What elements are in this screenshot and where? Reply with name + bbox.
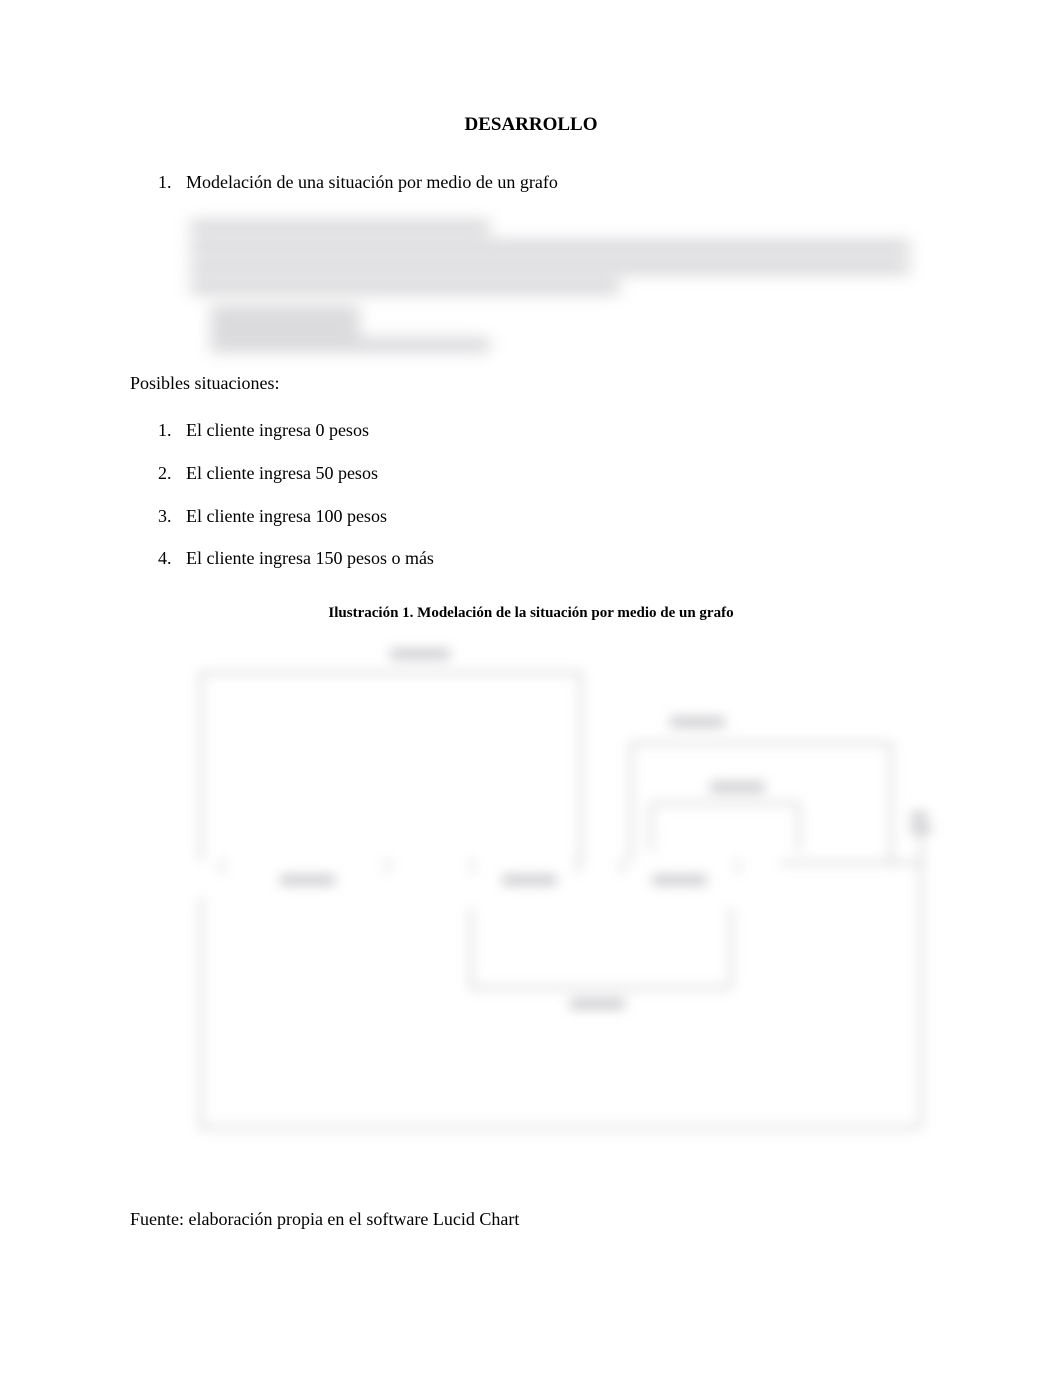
section-text: Modelación de una situación por medio de…: [186, 168, 558, 197]
list-number: 1.: [158, 416, 186, 445]
list-number: 2.: [158, 459, 186, 488]
list-number: 3.: [158, 502, 186, 531]
list-item: 2. El cliente ingresa 50 pesos: [158, 459, 932, 488]
list-number: 4.: [158, 544, 186, 573]
list-text: El cliente ingresa 150 pesos o más: [186, 544, 434, 573]
list-text: El cliente ingresa 50 pesos: [186, 459, 378, 488]
situations-list: 1. El cliente ingresa 0 pesos 2. El clie…: [158, 416, 932, 573]
section-heading: 1. Modelación de una situación por medio…: [158, 168, 932, 197]
list-item: 4. El cliente ingresa 150 pesos o más: [158, 544, 932, 573]
figure-caption: Ilustración 1. Modelación de la situació…: [130, 601, 932, 625]
page-title: DESARROLLO: [130, 110, 932, 140]
list-item: 1. El cliente ingresa 0 pesos: [158, 416, 932, 445]
blurred-content-block: [190, 219, 982, 349]
list-text: El cliente ingresa 0 pesos: [186, 416, 369, 445]
blurred-diagram: [190, 647, 940, 1177]
source-text: Fuente: elaboración propia en el softwar…: [130, 1205, 932, 1234]
list-text: El cliente ingresa 100 pesos: [186, 502, 387, 531]
subheading-posibles: Posibles situaciones:: [130, 369, 932, 398]
section-number: 1.: [158, 168, 186, 197]
list-item: 3. El cliente ingresa 100 pesos: [158, 502, 932, 531]
